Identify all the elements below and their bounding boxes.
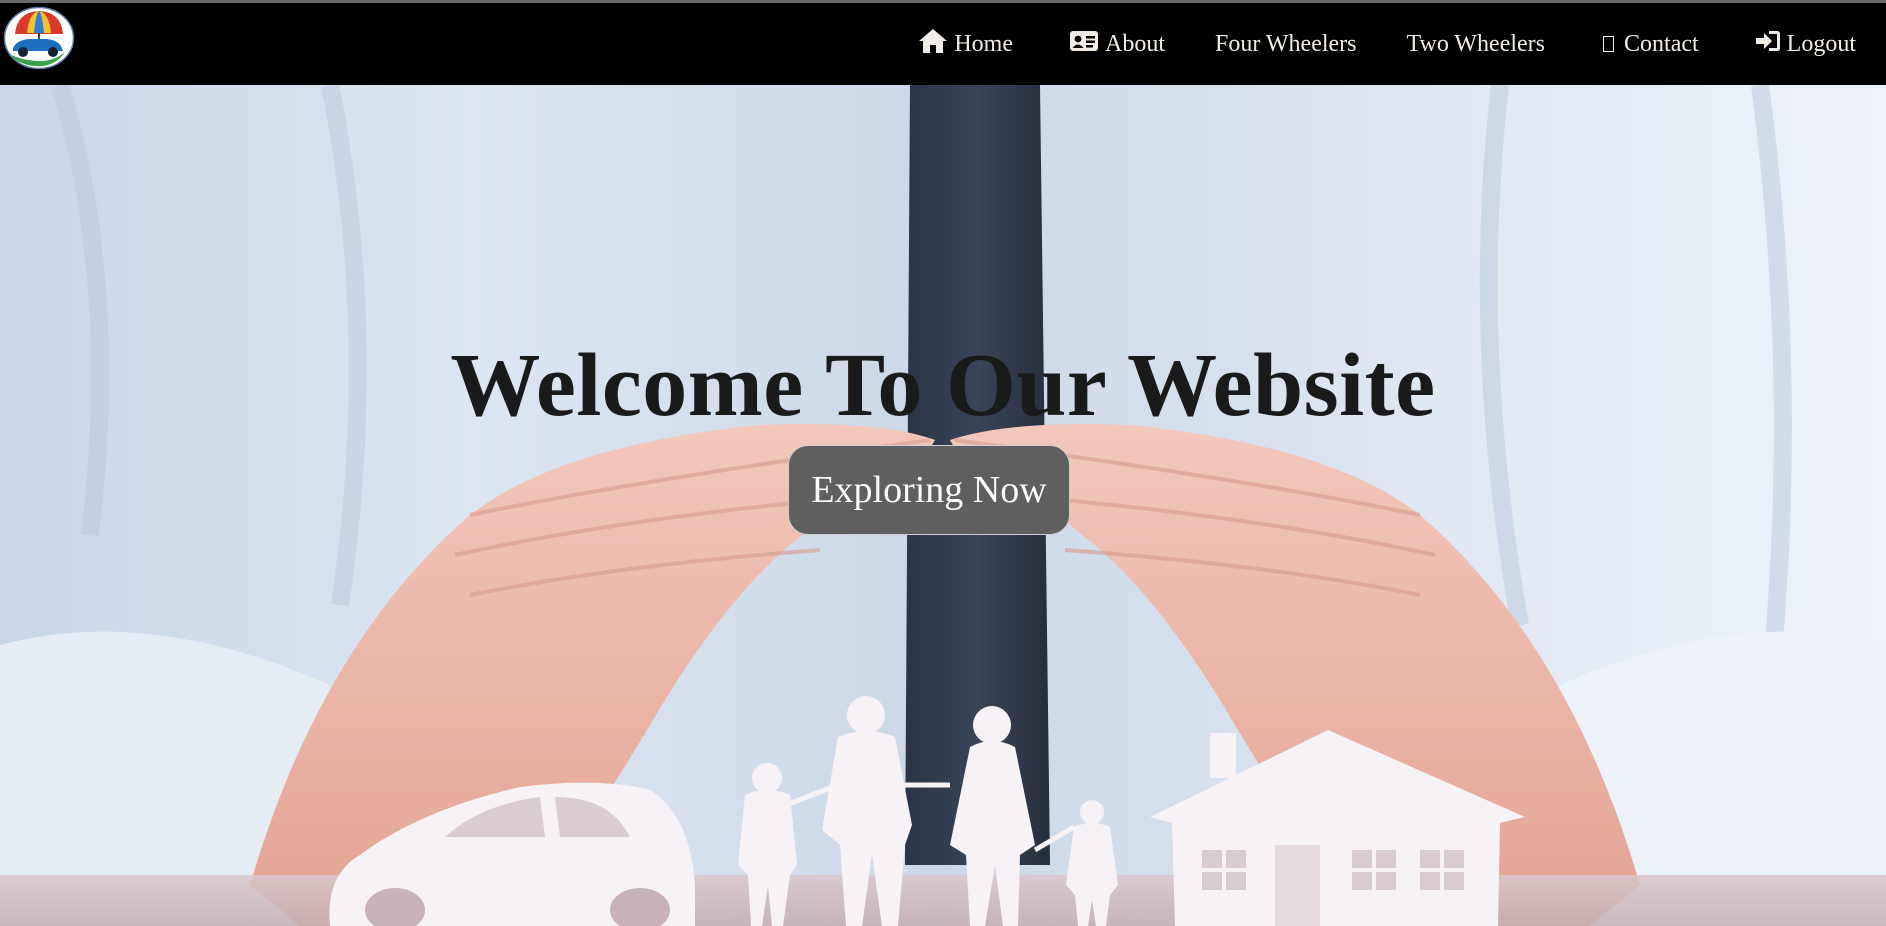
nav-four-wheelers[interactable]: Four Wheelers xyxy=(1215,31,1357,58)
id-card-icon xyxy=(1069,30,1105,59)
nav-menu: Home About Four Wheelers Two Wheelers Co… xyxy=(918,3,1886,85)
sign-in-icon xyxy=(1755,29,1787,60)
hero-title: Welcome To Our Website xyxy=(450,336,1436,435)
nav-logout-label: Logout xyxy=(1786,30,1856,57)
hero-section: Welcome To Our Website Exploring Now xyxy=(0,85,1886,926)
nav-about[interactable]: About xyxy=(1069,30,1165,59)
navbar: Home About Four Wheelers Two Wheelers Co… xyxy=(0,3,1886,85)
home-icon xyxy=(918,28,954,61)
nav-home-label: Home xyxy=(954,30,1013,57)
nav-about-label: About xyxy=(1105,30,1165,57)
nav-four-wheelers-label: Four Wheelers xyxy=(1215,30,1357,57)
missing-glyph-icon xyxy=(1603,36,1615,52)
nav-logout[interactable]: Logout xyxy=(1755,29,1856,60)
site-logo[interactable] xyxy=(3,6,75,70)
nav-contact-label: Contact xyxy=(1624,30,1699,57)
nav-two-wheelers-label: Two Wheelers xyxy=(1406,30,1546,57)
exploring-now-button[interactable]: Exploring Now xyxy=(788,445,1070,535)
nav-contact[interactable]: Contact xyxy=(1603,31,1699,58)
nav-two-wheelers[interactable]: Two Wheelers xyxy=(1407,31,1546,58)
nav-home[interactable]: Home xyxy=(918,28,1013,61)
